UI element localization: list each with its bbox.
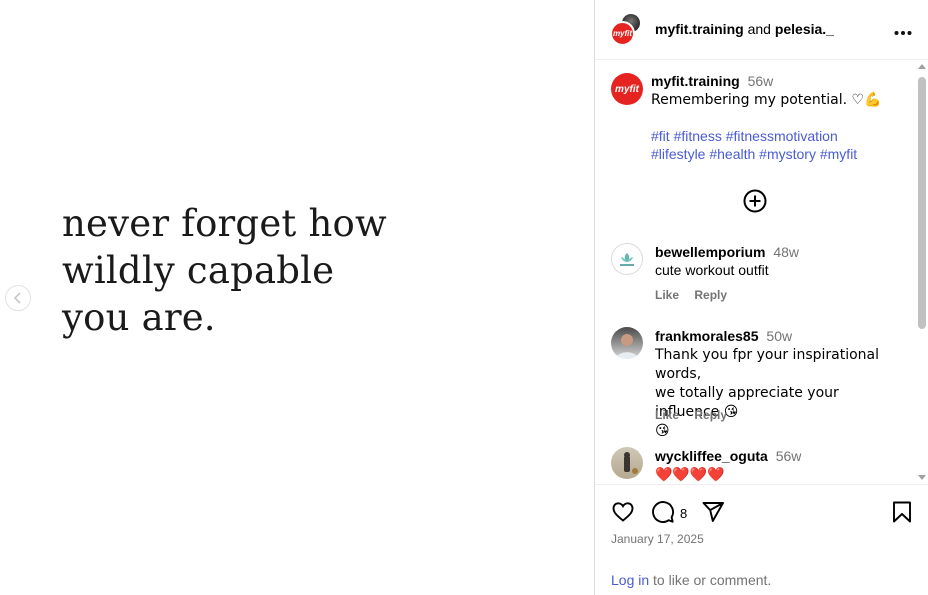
chevron-left-icon [13,292,21,304]
post-action-bar: 8 January 17, 2025 Log in to like or com… [595,484,928,595]
comment-text: Thank you fpr your inspirational words, [655,347,880,382]
comment-body: frankmorales85 50w Thank you fpr your in… [655,327,905,440]
scroll-down-arrow[interactable] [918,475,926,480]
comment-icon[interactable] [651,500,675,524]
person-photo-icon [616,334,638,359]
comment-count: 8 [680,506,688,521]
comment-username[interactable]: wyckliffee_oguta [655,448,768,464]
avatar[interactable] [611,447,643,479]
comment-text: cute workout outfit [655,262,769,278]
comment-username[interactable]: bewellemporium [655,244,765,260]
scrollbar-thumb[interactable] [918,77,926,329]
comment-body: bewellemporium 48w cute workout outfit [655,243,905,279]
login-link[interactable]: Log in [611,572,649,588]
brand-logo: myfit [610,21,635,46]
avatar[interactable] [611,243,643,275]
post-header: myfit myfit.training and pelesia._ [595,0,928,60]
post-authors: myfit.training and pelesia._ [655,21,834,37]
login-prompt: Log in to like or comment. [611,572,771,588]
hashtag-line[interactable]: #fit #fitness #fitnessmotivation [651,127,901,145]
collaborator-link[interactable]: pelesia._ [775,21,834,37]
quote-line: never forget how [62,202,387,245]
quote-line: you are. [62,296,216,339]
lotus-logo-icon [620,253,634,266]
share-icon[interactable] [701,500,725,524]
comment-text: ❤️❤️❤️❤️ [655,467,725,483]
comment-time: 50w [766,328,793,344]
caption-header: myfit.training 56w [651,73,773,89]
scrollbar[interactable] [916,61,928,484]
person-photo-icon [624,452,638,474]
scroll-up-arrow[interactable] [918,64,926,69]
add-circle-icon[interactable] [743,189,767,213]
like-comment-button[interactable]: Like [655,288,679,302]
login-prompt-text: to like or comment. [649,572,772,588]
reply-button[interactable]: Reply [694,288,727,302]
caption-username[interactable]: myfit.training [651,73,740,89]
post-side-panel: myfit myfit.training and pelesia._ myfit… [595,0,928,595]
comment-time: 48w [773,244,800,260]
bookmark-icon[interactable] [891,500,913,524]
more-options-icon[interactable] [894,20,912,41]
quote-line: wildly capable [62,249,335,292]
comments-scroll-area[interactable]: myfit myfit.training 56w Remembering my … [595,61,928,484]
comment-username[interactable]: frankmorales85 [655,328,759,344]
comment-body: wyckliffee_oguta 56w ❤️❤️❤️❤️ [655,447,905,484]
hashtags: #fit #fitness #fitnessmotivation #lifest… [651,127,901,163]
avatar[interactable] [611,327,643,359]
brand-logo[interactable]: myfit [611,73,643,105]
post-media: never forget how wildly capable you are. [0,0,594,595]
comment-actions: Like Reply [655,288,739,302]
quote-text: never forget how wildly capable you are. [62,200,387,341]
heart-icon[interactable] [611,500,635,524]
caption-text: Remembering my potential. ♡💪 [651,92,882,108]
account-link[interactable]: myfit.training [655,21,744,37]
post-date: January 17, 2025 [611,532,704,546]
and-text: and [747,21,771,37]
reply-button[interactable]: Reply [694,408,727,422]
previous-button[interactable] [5,285,31,311]
comment-text: 😘 [655,423,670,439]
caption-time: 56w [747,73,774,89]
hashtag-line[interactable]: #lifestyle #health #mystory #myfit [651,145,901,163]
comment-time: 56w [775,448,802,464]
like-comment-button[interactable]: Like [655,408,679,422]
comment-actions: Like Reply [655,408,739,422]
collab-avatars[interactable]: myfit [608,12,642,48]
